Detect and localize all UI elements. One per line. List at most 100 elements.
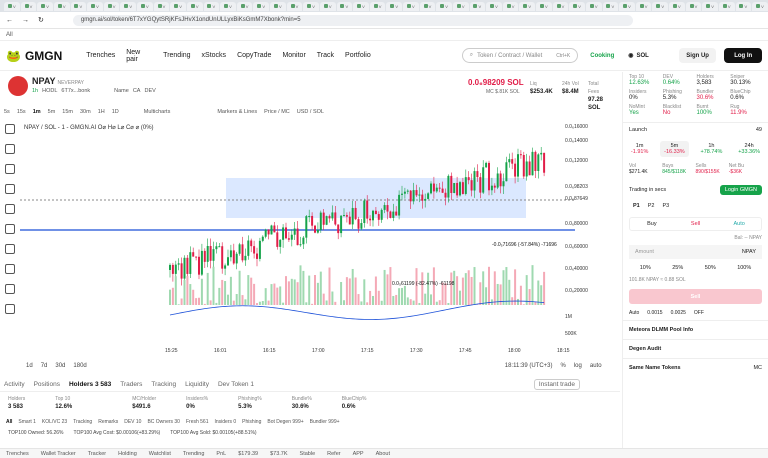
browser-tab[interactable]: V <box>602 1 619 11</box>
pct-10[interactable]: 10% <box>640 265 651 271</box>
trash-icon[interactable] <box>5 304 15 314</box>
preset-p2[interactable]: P2 <box>648 203 655 209</box>
nav-monitor[interactable]: Monitor <box>282 52 305 59</box>
footer-item[interactable]: APP <box>353 451 364 457</box>
browser-tab[interactable]: V <box>153 1 170 11</box>
nav-track[interactable]: Track <box>317 52 334 59</box>
browser-tab[interactable]: V <box>253 1 269 11</box>
browser-tab[interactable]: V <box>369 1 386 11</box>
nav-trending[interactable]: Trending <box>163 52 190 59</box>
ca-link[interactable]: CA <box>133 88 141 94</box>
pct-100[interactable]: 100% <box>737 265 751 271</box>
browser-tab[interactable]: V <box>552 1 569 11</box>
browser-tab[interactable]: V <box>585 1 602 11</box>
browser-tab[interactable]: V <box>669 1 685 11</box>
browser-tab[interactable]: V <box>419 1 436 11</box>
filter-chip[interactable]: Bot Degen 999+ <box>267 419 303 425</box>
nav-portfolio[interactable]: Portfolio <box>345 52 371 59</box>
footer-item[interactable]: Wallet Tracker <box>41 451 76 457</box>
browser-tab[interactable]: V <box>20 1 37 11</box>
auto-tab[interactable]: Auto <box>717 221 761 227</box>
range-1d[interactable]: 1d <box>26 363 33 369</box>
interval-15m[interactable]: 15m <box>62 109 73 115</box>
sell-tab[interactable]: Sell <box>674 221 718 227</box>
interval-1m[interactable]: 1m <box>33 109 41 115</box>
browser-tab[interactable]: V <box>652 1 668 11</box>
mev-off[interactable]: OFF <box>694 310 704 316</box>
bookmark-all[interactable]: All <box>6 32 13 38</box>
browser-tab[interactable]: V <box>486 1 502 11</box>
filter-chip[interactable]: KOL/VC 23 <box>42 419 67 425</box>
tab-activity[interactable]: Activity <box>4 381 25 388</box>
browser-tab[interactable]: V <box>137 1 153 11</box>
interval-1h[interactable]: 1H <box>98 109 105 115</box>
filter-chip[interactable]: All <box>6 419 12 425</box>
login-button[interactable]: Log In <box>724 48 762 63</box>
filter-chip[interactable]: BC Owners 30 <box>147 419 180 425</box>
browser-tab[interactable]: V <box>53 1 70 11</box>
filter-chip[interactable]: Tracking <box>73 419 92 425</box>
text-icon[interactable] <box>5 204 15 214</box>
forward-icon[interactable]: → <box>22 17 29 24</box>
trendline-icon[interactable] <box>5 144 15 154</box>
footer-item[interactable]: Stable <box>300 451 316 457</box>
nav-new-pair[interactable]: New pair <box>126 49 152 63</box>
browser-tab[interactable]: V <box>403 1 419 11</box>
browser-tab[interactable]: V <box>635 1 652 11</box>
interval-5s[interactable]: 5s <box>4 109 10 115</box>
pct-50[interactable]: 50% <box>705 265 716 271</box>
cooking-button[interactable]: Cooking <box>590 48 614 63</box>
footer-item[interactable]: Watchlist <box>149 451 171 457</box>
browser-tab[interactable]: V <box>319 1 336 11</box>
interval-30m[interactable]: 30m <box>80 109 91 115</box>
browser-tab[interactable]: V <box>103 1 120 11</box>
browser-tab[interactable]: V <box>569 1 585 11</box>
signup-button[interactable]: Sign Up <box>678 48 717 63</box>
footer-item[interactable]: PnL <box>216 451 226 457</box>
range-7d[interactable]: 7d <box>41 363 48 369</box>
interval-15s[interactable]: 15s <box>17 109 26 115</box>
filter-chip[interactable]: DEV 10 <box>124 419 141 425</box>
tab-liquidity[interactable]: Liquidity <box>185 381 209 388</box>
browser-tab[interactable]: V <box>37 1 53 11</box>
tab-holders[interactable]: Holders 3 583 <box>69 381 111 388</box>
browser-tab[interactable]: V <box>519 1 535 11</box>
price-chart[interactable]: NPAY / SOL - 1 - GMGN.AI O⌀ H⌀ L⌀ C⌀ ⌀ (… <box>20 120 620 360</box>
footer-item[interactable]: About <box>376 451 390 457</box>
nav-trenches[interactable]: Trenches <box>86 52 115 59</box>
logo[interactable]: 🐸 GMGN <box>6 49 62 63</box>
auto-setting[interactable]: Auto <box>629 310 639 316</box>
browser-tab[interactable]: V <box>70 1 87 11</box>
pct-25[interactable]: 25% <box>672 265 683 271</box>
browser-tab[interactable]: V <box>186 1 203 11</box>
nav-copytrade[interactable]: CopyTrade <box>237 52 271 59</box>
login-gmgn-button[interactable]: Login GMGN <box>719 185 762 195</box>
timeframe-24h[interactable]: 24h +33.36% <box>734 141 764 157</box>
footer-item[interactable]: $179.39 <box>238 451 258 457</box>
fee-1[interactable]: 0.0015 <box>647 310 662 316</box>
footer-item[interactable]: Trending <box>183 451 205 457</box>
tab-traders[interactable]: Traders <box>120 381 142 388</box>
filter-chip[interactable]: Remarks <box>98 419 118 425</box>
token-address[interactable]: 6T7x...bonk <box>61 88 90 94</box>
degen-audit[interactable]: Degen Audit <box>623 339 768 358</box>
browser-tab[interactable]: V <box>536 1 552 11</box>
interval-1d[interactable]: 1D <box>112 109 119 115</box>
browser-tab[interactable]: V <box>236 1 253 11</box>
pool-info[interactable]: Meteora DLMM Pool Info <box>623 320 768 339</box>
scale-log[interactable]: log <box>574 363 582 369</box>
magnet-icon[interactable] <box>5 264 15 274</box>
timeframe-1m[interactable]: 1m -1.91% <box>627 141 652 157</box>
interval-5m[interactable]: 5m <box>48 109 56 115</box>
browser-tab[interactable]: V <box>286 1 303 11</box>
browser-tab[interactable]: V <box>735 1 752 11</box>
dev-link[interactable]: DEV <box>144 88 155 94</box>
timeframe-1h[interactable]: 1h +78.74% <box>697 141 727 157</box>
measure-icon[interactable] <box>5 224 15 234</box>
browser-tab[interactable]: V <box>752 1 768 11</box>
footer-item[interactable]: Tracker <box>88 451 106 457</box>
amount-input[interactable]: Amount NPAY <box>629 245 762 259</box>
browser-tab[interactable]: V <box>203 1 220 11</box>
scale-auto[interactable]: auto <box>590 363 602 369</box>
url-field[interactable]: gmgn.ai/sol/token/6T7xYGQytSRjKFsJHvX1on… <box>72 14 633 26</box>
